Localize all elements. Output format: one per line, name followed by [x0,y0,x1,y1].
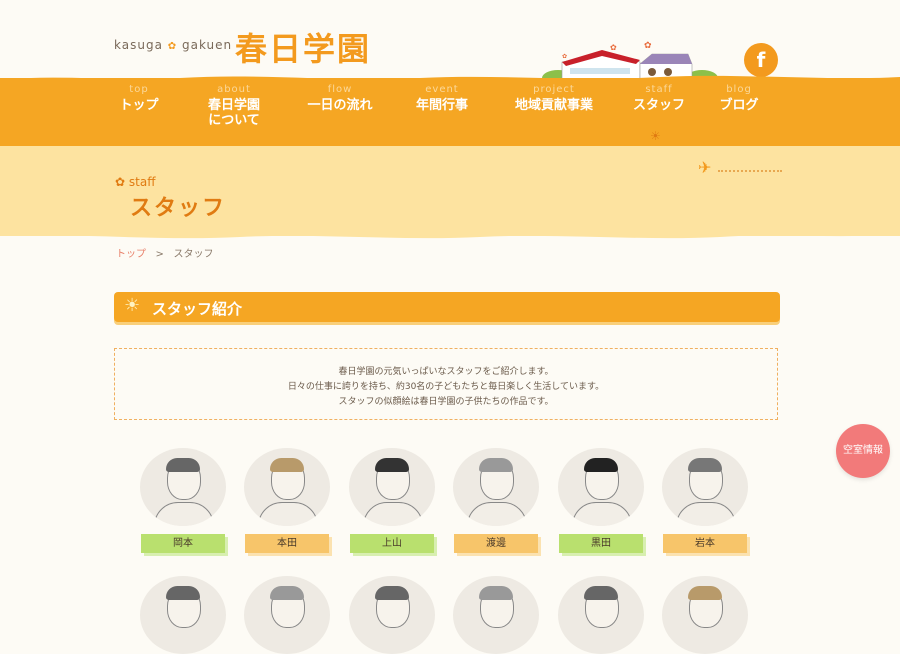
staff-card[interactable] [452,576,540,654]
staff-portrait [558,576,644,654]
sun-icon: ☀ [124,295,141,316]
staff-portrait [140,576,226,654]
intro-box: 春日学園の元気いっぱいなスタッフをご紹介します。 日々の仕事に誇りを持ち、約30… [114,348,778,420]
flower-icon: ✿ [167,41,178,52]
page-title: スタッフ [130,196,227,221]
staff-portrait [662,576,748,654]
staff-portrait [140,448,226,526]
breadcrumb-current: スタッフ [173,249,214,260]
logo-title[interactable]: 春日学園 [235,24,371,70]
dotted-trail [718,170,782,172]
staff-portrait [244,576,330,654]
staff-card[interactable] [139,576,227,654]
banner-subtitle: ✿ staff [115,175,156,189]
staff-name: 本田 [245,534,329,553]
staff-name: 黒田 [559,534,643,553]
staff-card[interactable]: 岩本 [661,448,749,553]
staff-name: 渡邊 [454,534,538,553]
staff-name: 岡本 [141,534,225,553]
staff-card[interactable] [661,576,749,654]
staff-card[interactable]: 上山 [348,448,436,553]
breadcrumb-home[interactable]: トップ [116,249,146,260]
staff-card[interactable] [557,576,645,654]
breadcrumb: トップ > スタッフ [116,249,214,260]
nav-item-top[interactable]: top トップ [112,84,166,113]
staff-card[interactable]: 黒田 [557,448,645,553]
nav-item-flow[interactable]: flow 一日の流れ [300,84,380,113]
vacancy-info-button[interactable]: 空室情報 [836,424,890,478]
staff-portrait [349,576,435,654]
svg-text:✿: ✿ [610,43,617,52]
staff-card[interactable]: 本田 [243,448,331,553]
nav-item-blog[interactable]: blog ブログ [712,84,766,113]
header: kasuga ✿ gakuen 春日学園 ✿ ✿ ✿ f [0,0,900,84]
staff-portrait [244,448,330,526]
staff-name: 上山 [350,534,434,553]
nav-item-event[interactable]: event 年間行事 [410,84,474,113]
bird-icon: ✈ [698,158,712,177]
staff-portrait [662,448,748,526]
staff-portrait [349,448,435,526]
svg-text:✿: ✿ [644,41,652,51]
staff-portrait [453,576,539,654]
staff-card[interactable] [243,576,331,654]
nav-item-project[interactable]: project 地域貢献事業 [506,84,602,113]
nav-item-staff[interactable]: staff スタッフ [628,84,690,113]
banner-bottom-wave [0,230,900,239]
staff-card[interactable]: 渡邊 [452,448,540,553]
staff-name: 岩本 [663,534,747,553]
staff-portrait [558,448,644,526]
section-heading: ☀ スタッフ紹介 [114,292,780,322]
staff-card[interactable] [348,576,436,654]
nav-item-about[interactable]: about 春日学園 について [198,84,270,128]
svg-text:✿: ✿ [562,53,567,60]
staff-portrait [453,448,539,526]
flower-icon: ✿ [115,175,126,189]
staff-card[interactable]: 岡本 [139,448,227,553]
logo-text-en[interactable]: kasuga ✿ gakuen [114,38,232,52]
